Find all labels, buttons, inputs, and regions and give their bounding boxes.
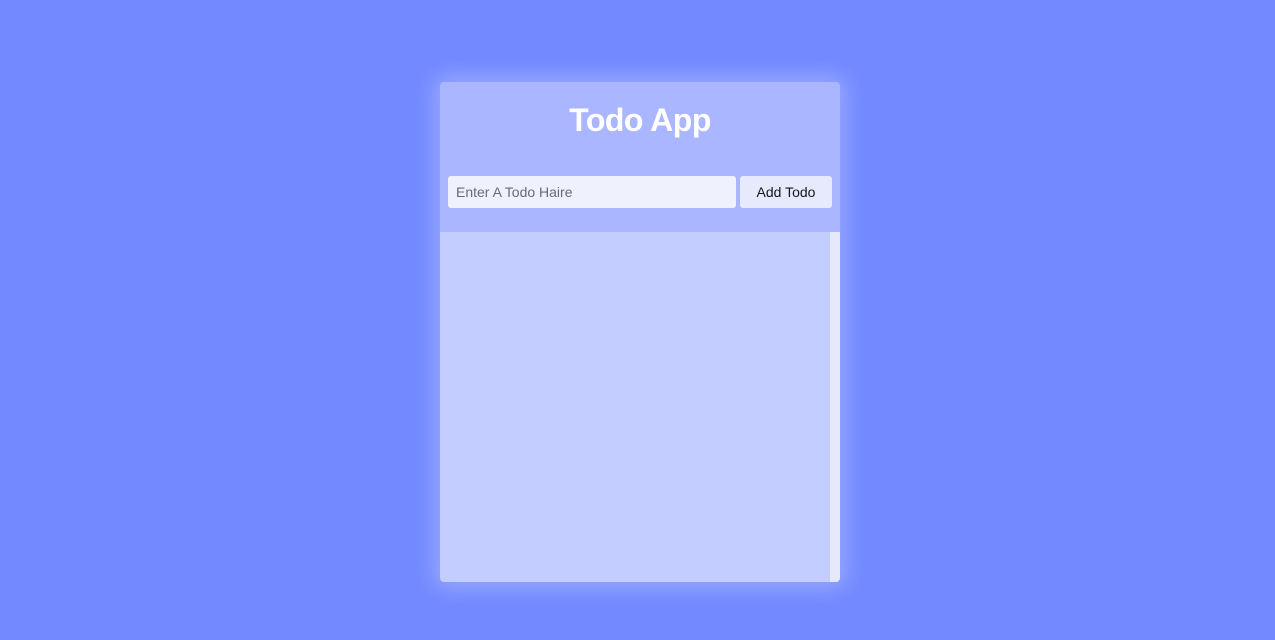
todo-header: Todo App Add Todo [440, 82, 840, 232]
app-title: Todo App [569, 102, 711, 138]
todo-card: Todo App Add Todo [440, 82, 840, 582]
todo-list [440, 232, 830, 582]
add-todo-button[interactable]: Add Todo [740, 176, 832, 208]
todo-input[interactable] [448, 176, 736, 208]
todo-list-scrollbar[interactable] [830, 232, 840, 582]
